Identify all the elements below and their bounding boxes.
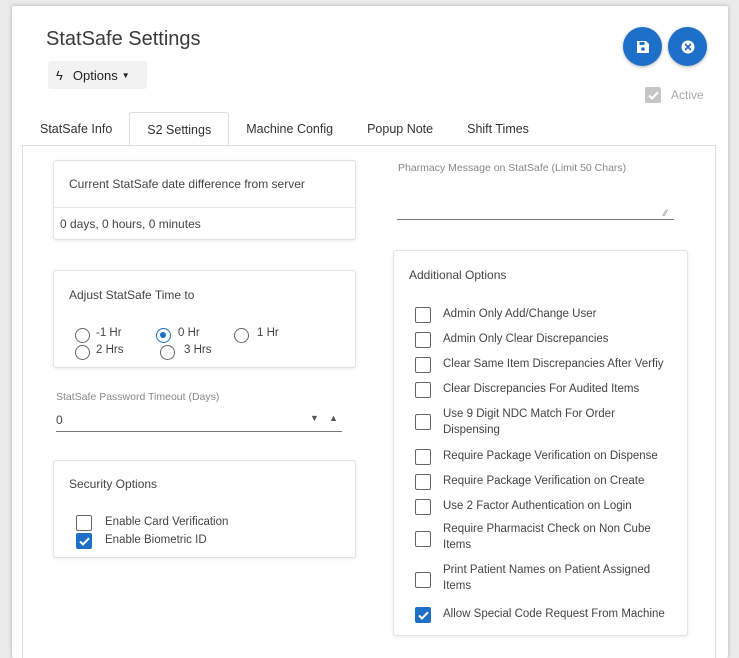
checkbox[interactable] [76,515,92,531]
pharmacy-message-label: Pharmacy Message on StatSafe (Limit 50 C… [398,162,627,174]
checkmark-icon [78,537,90,546]
additional-option[interactable]: Allow Special Code Request From Machine [415,606,685,623]
tab-shift-times[interactable]: Shift Times [450,112,546,146]
bolt-icon: ϟ [56,67,63,83]
radio-label-minus-1-hr: -1 Hr [96,327,122,339]
increment-arrow-icon[interactable]: ▲ [329,413,338,423]
divider [54,207,355,208]
option-label: Enable Card Verification [105,516,229,528]
additional-option[interactable]: Clear Same Item Discrepancies After Verf… [415,356,685,373]
settings-page: StatSafe Settings ϟ Options ▼ Active Sta… [12,6,728,658]
tab-s2-settings[interactable]: S2 Settings [129,112,230,147]
additional-option[interactable]: Require Pharmacist Check on Non Cube Ite… [415,521,685,553]
security-option-card-verification[interactable]: Enable Card Verification [76,514,346,531]
radio-label-2-hrs: 2 Hrs [96,344,124,356]
checkbox[interactable] [415,499,431,515]
security-options-card: Security Options Enable Card Verificatio… [53,460,356,558]
additional-option[interactable]: Print Patient Names on Patient Assigned … [415,562,685,594]
tab-bar: StatSafe Info S2 Settings Machine Config… [23,112,546,147]
option-label: Enable Biometric ID [105,534,207,546]
page-title: StatSafe Settings [46,28,201,50]
checkbox[interactable] [415,357,431,373]
checkbox[interactable] [415,607,431,623]
radio-label-3-hrs: 3 Hrs [184,344,212,356]
option-label: Require Pharmacist Check on Non Cube Ite… [443,523,651,551]
checkmark-icon [417,611,429,620]
decrement-arrow-icon[interactable]: ▼ [310,413,319,423]
date-difference-title: Current StatSafe date difference from se… [69,177,305,191]
option-label: Print Patient Names on Patient Assigned … [443,564,651,592]
security-option-biometric-id[interactable]: Enable Biometric ID [76,532,346,549]
date-difference-card: Current StatSafe date difference from se… [53,160,356,240]
additional-option[interactable]: Admin Only Clear Discrepancies [415,331,685,348]
checkbox[interactable] [415,449,431,465]
checkbox[interactable] [415,332,431,348]
tab-machine-config[interactable]: Machine Config [229,112,350,146]
additional-option[interactable]: Clear Discrepancies For Audited Items [415,381,685,398]
checkbox[interactable] [76,533,92,549]
option-label: Use 2 Factor Authentication on Login [443,500,632,512]
option-label: Admin Only Add/Change User [443,308,597,320]
resize-handle-icon[interactable]: ∕∕ [664,208,667,218]
date-difference-value: 0 days, 0 hours, 0 minutes [60,217,201,231]
checkbox[interactable] [415,414,431,430]
security-options-title: Security Options [69,477,158,491]
radio-label-1-hr: 1 Hr [257,327,279,339]
option-label: Require Package Verification on Create [443,475,645,487]
tab-statsafe-info[interactable]: StatSafe Info [23,112,129,146]
radio-3-hrs[interactable] [160,345,175,360]
checkbox[interactable] [415,572,431,588]
option-label: Require Package Verification on Dispense [443,450,658,462]
option-label: Clear Discrepancies For Audited Items [443,383,640,395]
caret-down-icon: ▼ [121,70,130,80]
additional-option[interactable]: Require Package Verification on Dispense [415,448,685,465]
options-label: Options [72,67,118,83]
options-dropdown-button[interactable]: ϟ Options ▼ [48,61,147,89]
active-checkbox[interactable] [645,87,661,103]
additional-option[interactable]: Admin Only Add/Change User [415,306,685,323]
radio-0-hr[interactable] [156,328,171,343]
floppy-disk-icon [636,40,649,53]
additional-options-title: Additional Options [409,268,507,282]
radio-2-hrs[interactable] [75,345,90,360]
active-toggle[interactable]: Active [645,87,704,103]
save-button[interactable] [623,27,662,66]
close-button[interactable] [668,27,707,66]
adjust-time-title: Adjust StatSafe Time to [69,288,195,302]
radio-label-0-hr: 0 Hr [178,327,200,339]
option-label: Use 9 Digit NDC Match For Order Dispensi… [443,408,615,436]
tab-panel: Current StatSafe date difference from se… [22,145,716,658]
password-timeout-label: StatSafe Password Timeout (Days) [56,391,220,403]
pharmacy-message-textarea[interactable] [397,182,674,220]
option-label: Admin Only Clear Discrepancies [443,333,609,345]
additional-option[interactable]: Require Package Verification on Create [415,473,685,490]
option-label: Allow Special Code Request From Machine [443,608,665,620]
checkbox[interactable] [415,531,431,547]
close-circle-icon [681,40,694,53]
additional-options-card: Additional Options Admin Only Add/Change… [393,250,688,636]
active-label: Active [671,88,704,102]
adjust-time-card: Adjust StatSafe Time to -1 Hr 0 Hr 1 Hr … [53,270,356,368]
additional-option[interactable]: Use 2 Factor Authentication on Login [415,498,685,515]
password-timeout-value[interactable]: 0 [56,413,63,427]
password-timeout-stepper[interactable]: 0 ▼ ▲ [56,408,342,432]
option-label: Clear Same Item Discrepancies After Verf… [443,358,664,370]
checkbox[interactable] [415,382,431,398]
checkbox[interactable] [415,474,431,490]
checkmark-icon [647,91,659,100]
tab-popup-note[interactable]: Popup Note [350,112,450,146]
radio-minus-1-hr[interactable] [75,328,90,343]
radio-1-hr[interactable] [234,328,249,343]
checkbox[interactable] [415,307,431,323]
additional-option[interactable]: Use 9 Digit NDC Match For Order Dispensi… [415,406,685,438]
